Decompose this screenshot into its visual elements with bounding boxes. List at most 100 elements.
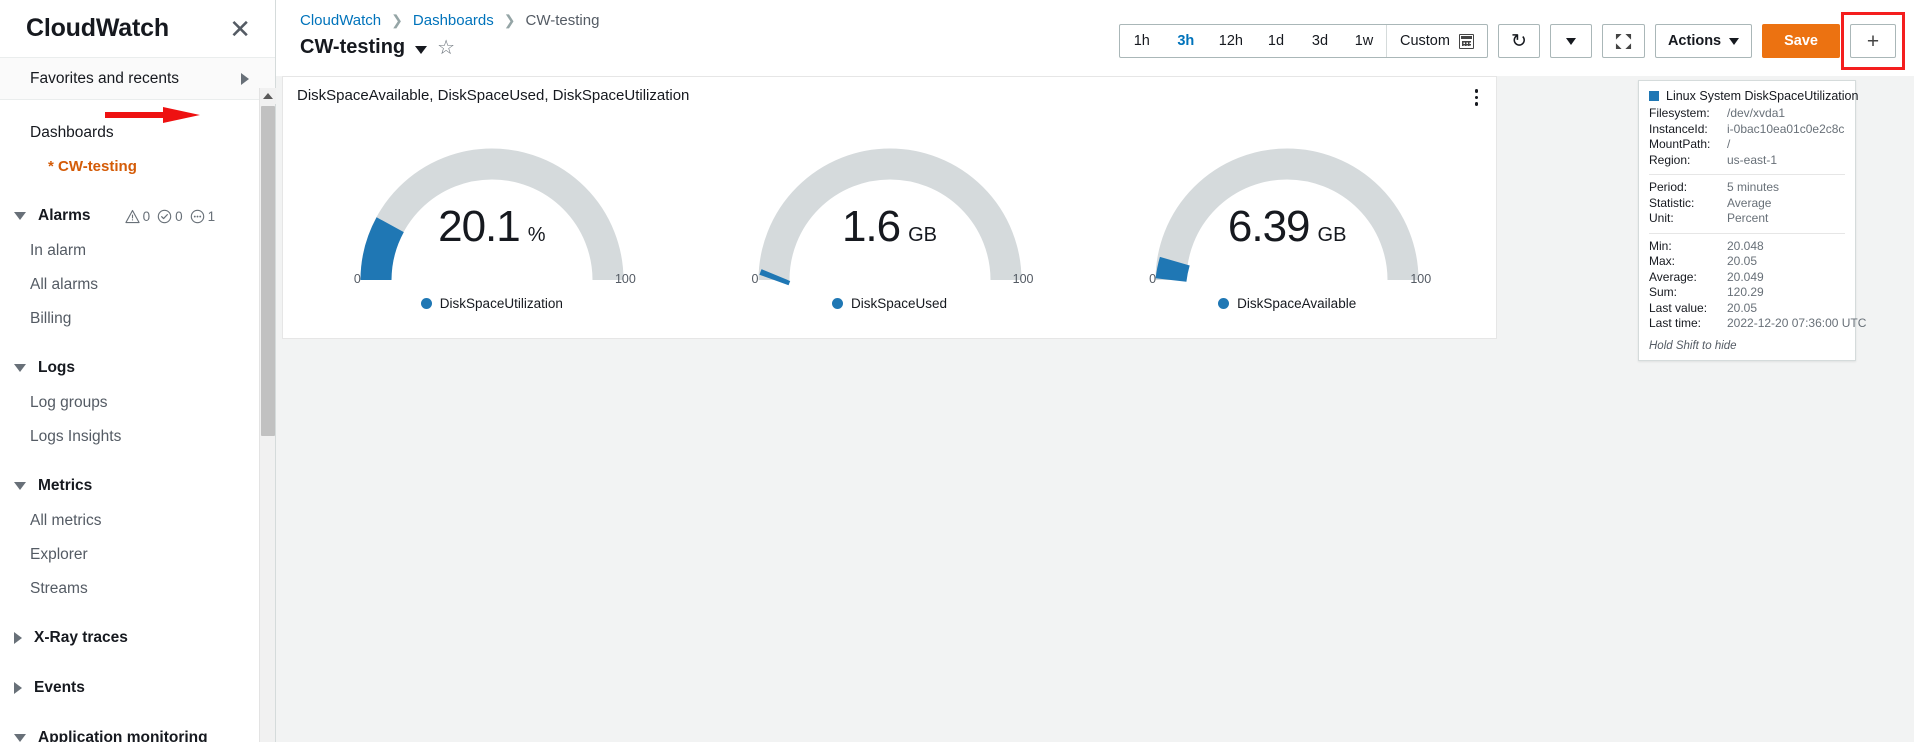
- sidebar-item-dashboards[interactable]: Dashboards: [0, 116, 275, 150]
- time-range-1d[interactable]: 1d: [1254, 25, 1298, 57]
- gauge-arc-wrap: 1.6 GB 0 100: [730, 114, 1050, 289]
- close-icon[interactable]: ✕: [229, 16, 251, 42]
- scroll-up-arrow-icon[interactable]: [260, 88, 276, 104]
- stat-value: 20.049: [1727, 269, 1764, 284]
- actions-label: Actions: [1667, 33, 1722, 49]
- gauge-unit: %: [527, 223, 546, 246]
- sidebar-item-log-groups[interactable]: Log groups: [0, 386, 275, 420]
- sidebar-header: CloudWatch ✕: [0, 0, 275, 58]
- divider: [1649, 232, 1845, 234]
- dimension-value: i-0bac10ea01c0e2c8c: [1727, 121, 1845, 136]
- ellipsis-circle-icon: [190, 209, 204, 223]
- stat-key: Sum:: [1649, 285, 1678, 299]
- sidebar-item-all-alarms[interactable]: All alarms: [0, 268, 275, 302]
- gauge-max-tick: 100: [1012, 271, 1034, 286]
- gauge-diskspaceused: 1.6 GB 0 100 DiskSpaceUsed: [691, 114, 1089, 311]
- tooltip-header: Linux System DiskSpaceUtilization: [1649, 89, 1858, 103]
- time-range-3d[interactable]: 3d: [1298, 25, 1342, 57]
- time-range-3h[interactable]: 3h: [1164, 25, 1208, 57]
- dimension-value: /dev/xvda1: [1727, 106, 1786, 120]
- kebab-menu-icon[interactable]: [1471, 87, 1483, 108]
- save-button[interactable]: Save: [1762, 24, 1840, 58]
- stat-value: 20.05: [1727, 254, 1758, 268]
- chevron-right-icon: [14, 682, 22, 694]
- breadcrumb-separator-icon: ❯: [503, 12, 516, 28]
- scrollbar-thumb[interactable]: [261, 106, 275, 436]
- breadcrumb-current: CW-testing: [525, 12, 600, 29]
- sidebar-item-favorites-and-recents[interactable]: Favorites and recents: [0, 58, 275, 100]
- sidebar-group-xray-traces[interactable]: X-Ray traces: [0, 620, 275, 656]
- meta-value: Average: [1727, 195, 1772, 210]
- meta-key: Unit:: [1649, 211, 1674, 225]
- sidebar-service-title: CloudWatch: [26, 14, 169, 42]
- legend-color-dot: [420, 297, 432, 309]
- sidebar-group-alarms[interactable]: Alarms 0 0 1: [0, 198, 275, 234]
- tooltip-meta-row: Period: 5 minutes: [1649, 180, 1845, 196]
- sidebar-item-all-metrics[interactable]: All metrics: [0, 504, 275, 538]
- legend-label: DiskSpaceAvailable: [1237, 295, 1357, 311]
- gauge-min-tick: 0: [353, 271, 361, 286]
- tooltip-stat-row: Max: 20.05: [1649, 254, 1845, 270]
- gauge-min-tick: 0: [751, 271, 759, 286]
- meta-key: Period:: [1649, 180, 1688, 194]
- time-range-12h[interactable]: 12h: [1208, 25, 1254, 57]
- tooltip-stat-row: Average: 20.049: [1649, 270, 1845, 286]
- cloudwatch-dashboard-page: CloudWatch ✕ Favorites and recents Dashb…: [0, 0, 1914, 742]
- sidebar-group-metrics[interactable]: Metrics: [0, 468, 275, 504]
- sidebar-item-explorer[interactable]: Explorer: [0, 538, 275, 572]
- add-widget-button[interactable]: +: [1850, 24, 1896, 58]
- gauge-value: 20.1 %: [332, 202, 652, 252]
- time-range-1w[interactable]: 1w: [1342, 25, 1386, 57]
- metric-tooltip: Linux System DiskSpaceUtilization Filesy…: [1638, 80, 1866, 361]
- sidebar-item-streams[interactable]: Streams: [0, 572, 275, 606]
- alarm-counts: 0 0 1: [124, 209, 215, 224]
- chevron-down-icon[interactable]: [415, 45, 428, 54]
- sidebar-item-in-alarm[interactable]: In alarm: [0, 234, 275, 268]
- time-range-custom[interactable]: Custom: [1385, 25, 1487, 57]
- gauge-arc-wrap: 20.1 % 0 100: [332, 114, 652, 289]
- sidebar-group-events[interactable]: Events: [0, 670, 275, 706]
- alarm-count-in-alarm: 0: [124, 209, 150, 224]
- tooltip-dimension-row: InstanceId: i-0bac10ea01c0e2c8c: [1649, 122, 1845, 138]
- legend-label: DiskSpaceUsed: [850, 295, 948, 311]
- sidebar-item-logs-insights[interactable]: Logs Insights: [0, 420, 275, 454]
- dashboard-widget: DiskSpaceAvailable, DiskSpaceUsed, DiskS…: [282, 76, 1497, 339]
- favorite-star-icon[interactable]: ☆: [437, 38, 455, 58]
- chevron-down-icon: [14, 482, 26, 490]
- gauge-arc-wrap: 6.39 GB 0 100: [1127, 114, 1447, 289]
- sidebar-item-cw-testing[interactable]: * CW-testing: [0, 150, 275, 184]
- stat-value: 120.29: [1727, 285, 1764, 299]
- add-widget-wrapper: +: [1841, 12, 1905, 70]
- refresh-interval-dropdown[interactable]: [1549, 24, 1592, 58]
- warning-triangle-icon: [124, 209, 140, 223]
- breadcrumb-dashboards[interactable]: Dashboards: [413, 12, 494, 29]
- time-range-1h[interactable]: 1h: [1120, 25, 1164, 57]
- chevron-down-icon: [1565, 37, 1576, 45]
- sidebar-group-application-monitoring[interactable]: Application monitoring: [0, 720, 275, 742]
- tooltip-stat-row: Min: 20.048: [1649, 239, 1845, 255]
- sidebar-group-logs[interactable]: Logs: [0, 350, 275, 386]
- legend-color-dot: [1218, 297, 1230, 309]
- gauge-min-tick: 0: [1149, 271, 1157, 286]
- main-content: CloudWatch ❯ Dashboards ❯ CW-testing CW-…: [276, 0, 1914, 742]
- gauge-diskspaceutilization: 20.1 % 0 100 DiskSpaceUtilization: [293, 114, 691, 311]
- divider: [1649, 174, 1845, 175]
- tooltip-meta-row: Statistic: Average: [1649, 196, 1845, 212]
- gauge-diskspaceavailable: 6.39 GB 0 100 DiskSpaceAvailable: [1088, 114, 1486, 311]
- refresh-button[interactable]: ↻: [1497, 24, 1540, 58]
- dashboard-toolbar: 1h 3h 12h 1d 3d 1w Custom ↻ Actions Save…: [1118, 12, 1905, 70]
- gauge-legend: DiskSpaceUtilization: [420, 296, 563, 311]
- sidebar-scrollbar[interactable]: [259, 88, 276, 742]
- fullscreen-button[interactable]: [1601, 24, 1645, 58]
- dimension-key: Filesystem:: [1649, 106, 1710, 120]
- sidebar-group-label: Application monitoring: [38, 729, 208, 742]
- gauge-value: 6.39 GB: [1127, 202, 1447, 252]
- chevron-down-icon: [14, 734, 26, 742]
- breadcrumb-cloudwatch[interactable]: CloudWatch: [300, 12, 381, 29]
- stat-key: Last time:: [1649, 316, 1702, 330]
- actions-dropdown-button[interactable]: Actions: [1654, 24, 1753, 58]
- sidebar-item-billing[interactable]: Billing: [0, 302, 275, 336]
- gauge-chart-group: 20.1 % 0 100 DiskSpaceUtilization 1.6 GB…: [283, 108, 1496, 311]
